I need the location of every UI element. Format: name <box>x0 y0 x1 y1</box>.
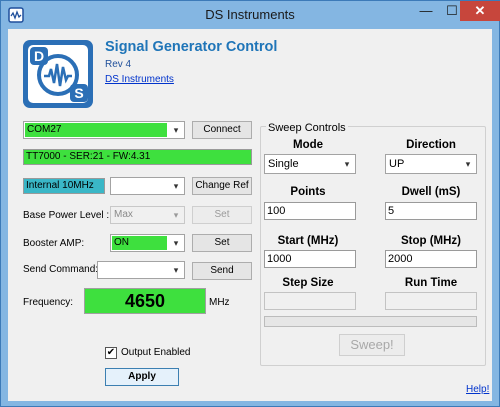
dwell-input[interactable]: 5 <box>385 202 477 220</box>
sweep-controls-title: Sweep Controls <box>266 122 348 134</box>
chevron-down-icon: ▾ <box>173 238 179 248</box>
frequency-unit: MHz <box>209 297 230 308</box>
chevron-down-icon: ▾ <box>173 125 179 135</box>
command-input[interactable]: ▾ <box>97 261 185 279</box>
base-power-value: Max <box>114 209 133 220</box>
run-time-field <box>385 292 477 310</box>
reference-status: Internal 10MHz <box>23 178 105 194</box>
stop-input[interactable]: 2000 <box>385 250 477 268</box>
close-button[interactable]: ✕ <box>460 1 500 21</box>
apply-button[interactable]: Apply <box>105 368 179 386</box>
frequency-label: Frequency: <box>23 297 74 308</box>
mode-label: Mode <box>292 139 324 151</box>
booster-set-button[interactable]: Set <box>192 234 252 252</box>
sweep-progress-bar <box>264 316 477 327</box>
reference-select-value <box>112 179 167 193</box>
direction-select[interactable]: UP ▾ <box>385 154 477 174</box>
help-link[interactable]: Help! <box>466 384 489 395</box>
output-enabled-label: Output Enabled <box>121 347 191 358</box>
output-enabled-checkbox[interactable]: ✔ <box>105 347 117 359</box>
mode-value: Single <box>268 158 299 170</box>
sweep-button[interactable]: Sweep! <box>339 334 405 356</box>
start-input[interactable]: 1000 <box>264 250 356 268</box>
minimize-button[interactable]: — <box>413 1 439 21</box>
step-size-label: Step Size <box>282 277 334 289</box>
dwell-label: Dwell (mS) <box>401 186 461 198</box>
booster-amp-value: ON <box>112 236 167 250</box>
mode-select[interactable]: Single ▾ <box>264 154 356 174</box>
step-size-field <box>264 292 356 310</box>
app-title: Signal Generator Control <box>105 39 278 55</box>
title-bar[interactable]: DS Instruments — ☐ ✕ <box>1 1 500 29</box>
direction-value: UP <box>389 158 405 170</box>
send-command-label: Send Command: <box>23 264 99 275</box>
base-power-set-button[interactable]: Set <box>192 206 252 224</box>
run-time-label: Run Time <box>404 277 458 289</box>
chevron-down-icon: ▾ <box>173 210 179 220</box>
send-button[interactable]: Send <box>192 262 252 280</box>
stop-label: Stop (MHz) <box>400 235 462 247</box>
booster-amp-label: Booster AMP: <box>23 238 85 249</box>
start-label: Start (MHz) <box>277 235 339 247</box>
change-ref-button[interactable]: Change Ref <box>192 177 252 195</box>
chevron-down-icon: ▾ <box>344 159 350 169</box>
chevron-down-icon: ▾ <box>173 181 179 191</box>
logo-letter-d: D <box>34 48 44 64</box>
ds-logo-icon: D S <box>23 40 93 108</box>
logo-letter-s: S <box>74 85 83 101</box>
frequency-input[interactable]: 4650 <box>84 288 206 314</box>
com-port-select[interactable]: COM27 ▾ <box>23 121 185 139</box>
base-power-label: Base Power Level : <box>23 210 110 221</box>
reference-select[interactable]: ▾ <box>110 177 185 195</box>
revision-label: Rev 4 <box>105 59 132 70</box>
base-power-select[interactable]: Max ▾ <box>110 206 185 224</box>
connect-button[interactable]: Connect <box>192 121 252 139</box>
points-label: Points <box>290 186 326 198</box>
command-input-value <box>99 263 167 277</box>
ds-instruments-link[interactable]: DS Instruments <box>105 74 174 85</box>
points-input[interactable]: 100 <box>264 202 356 220</box>
chevron-down-icon: ▾ <box>173 265 179 275</box>
main-panel: D S Signal Generator Control Rev 4 DS In… <box>8 29 492 401</box>
com-port-value: COM27 <box>25 123 167 137</box>
booster-amp-select[interactable]: ON ▾ <box>110 234 185 252</box>
direction-label: Direction <box>406 139 456 151</box>
device-status: TT7000 - SER:21 - FW:4.31 <box>23 149 252 165</box>
chevron-down-icon: ▾ <box>465 159 471 169</box>
app-window: DS Instruments — ☐ ✕ D S Signal Generato… <box>0 0 500 407</box>
